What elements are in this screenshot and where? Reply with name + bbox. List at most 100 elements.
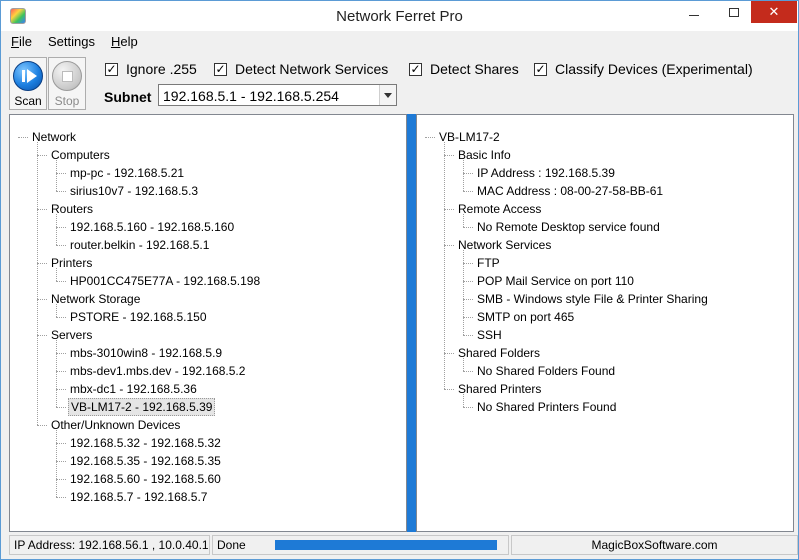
- menu-help-accelerator: H: [110, 34, 121, 49]
- ignore-255-label: Ignore .255: [126, 61, 197, 77]
- scan-button[interactable]: Scan: [9, 57, 47, 110]
- tree-connector: [56, 430, 57, 497]
- status-state: Done: [217, 538, 246, 552]
- title-bar[interactable]: Network Ferret Pro ✕: [1, 1, 798, 31]
- right_tree-root[interactable]: VB-LM17-2: [437, 128, 502, 146]
- tree-connector: [56, 479, 66, 480]
- left_tree-item[interactable]: sirius10v7 - 192.168.5.3: [68, 182, 200, 200]
- tree-connector: [18, 137, 28, 138]
- right_tree-item[interactable]: FTP: [475, 254, 502, 272]
- network-tree-pane[interactable]: Network Computers mp-pc - 192.168.5.21 siri…: [9, 114, 407, 532]
- minimize-icon: [688, 14, 699, 16]
- classify-devices-checkbox[interactable]: ✓ Classify Devices (Experimental): [534, 61, 753, 77]
- tree-connector: [37, 425, 47, 426]
- tree-connector: [463, 214, 464, 227]
- tree-connector: [37, 335, 47, 336]
- left_tree-item[interactable]: mp-pc - 192.168.5.21: [68, 164, 186, 182]
- close-button[interactable]: ✕: [751, 1, 797, 23]
- tree-connector: [56, 214, 57, 245]
- left_tree-item[interactable]: 192.168.5.60 - 192.168.5.60: [68, 470, 223, 488]
- ignore-255-checkbox[interactable]: ✓ Ignore .255: [105, 61, 197, 77]
- detect-services-checkbox[interactable]: ✓ Detect Network Services: [214, 61, 388, 77]
- left_tree-item[interactable]: VB-LM17-2 - 192.168.5.39: [68, 398, 216, 416]
- right_tree-item[interactable]: No Shared Folders Found: [475, 362, 617, 380]
- right_tree-item[interactable]: IP Address : 192.168.5.39: [475, 164, 617, 182]
- tree-connector: [463, 263, 473, 264]
- detect-shares-label: Detect Shares: [430, 61, 519, 77]
- tree-connector: [463, 394, 464, 407]
- left_tree-item[interactable]: router.belkin - 192.168.5.1: [68, 236, 211, 254]
- checkmark-icon: ✓: [105, 61, 118, 76]
- tree-connector: [56, 304, 57, 317]
- menu-settings[interactable]: Settings: [42, 32, 101, 52]
- tree-connector: [463, 317, 473, 318]
- checkmark-icon: ✓: [409, 61, 422, 76]
- right_tree-item[interactable]: SMB - Windows style File & Printer Shari…: [475, 290, 710, 308]
- right_tree-item[interactable]: POP Mail Service on port 110: [475, 272, 636, 290]
- tree-connector: [56, 191, 66, 192]
- left_tree-item[interactable]: 192.168.5.160 - 192.168.5.160: [68, 218, 236, 236]
- tree-connector: [56, 407, 66, 408]
- subnet-dropdown[interactable]: 192.168.5.1 - 192.168.5.254: [158, 84, 397, 106]
- left_tree-item[interactable]: 192.168.5.32 - 192.168.5.32: [68, 434, 223, 452]
- minimize-button[interactable]: [671, 1, 716, 23]
- checkmark-icon: ✓: [214, 61, 227, 76]
- tree-connector: [56, 173, 66, 174]
- tree-connector: [463, 335, 473, 336]
- menu-file[interactable]: File: [5, 32, 38, 52]
- tree-connector: [425, 137, 435, 138]
- subnet-label: Subnet: [104, 89, 152, 105]
- right_tree-group-0[interactable]: Basic Info: [456, 146, 513, 164]
- left_tree-group-3[interactable]: Network Storage: [49, 290, 142, 308]
- right_tree-group-1[interactable]: Remote Access: [456, 200, 543, 218]
- tree-connector: [37, 299, 47, 300]
- left_tree-item[interactable]: mbx-dc1 - 192.168.5.36: [68, 380, 199, 398]
- tree-connector: [444, 142, 445, 389]
- device-details-pane[interactable]: VB-LM17-2 Basic Info IP Address : 192.168.…: [416, 114, 794, 532]
- tree-connector: [463, 250, 464, 335]
- menu-file-label: ile: [18, 34, 32, 49]
- tree-connector: [463, 281, 473, 282]
- left_tree-item[interactable]: 192.168.5.7 - 192.168.5.7: [68, 488, 209, 506]
- tree-connector: [463, 407, 473, 408]
- menu-help-label: elp: [120, 34, 138, 49]
- stop-button-label: Stop: [54, 94, 80, 108]
- right_tree-item[interactable]: MAC Address : 08-00-27-58-BB-61: [475, 182, 665, 200]
- pane-splitter[interactable]: [407, 114, 416, 532]
- tree-connector: [463, 227, 473, 228]
- tree-connector: [56, 268, 57, 281]
- left_tree-group-5[interactable]: Other/Unknown Devices: [49, 416, 182, 434]
- left_tree-item[interactable]: HP001CC475E77A - 192.168.5.198: [68, 272, 262, 290]
- menu-file-accelerator: F: [11, 34, 19, 49]
- tree-connector: [463, 160, 464, 191]
- left_tree-item[interactable]: PSTORE - 192.168.5.150: [68, 308, 209, 326]
- stop-button[interactable]: Stop: [48, 57, 86, 110]
- menu-help[interactable]: Help: [105, 32, 144, 52]
- tree-connector: [56, 227, 66, 228]
- left_tree-item[interactable]: mbs-3010win8 - 192.168.5.9: [68, 344, 224, 362]
- tree-connector: [56, 281, 66, 282]
- subnet-value: 192.168.5.1 - 192.168.5.254: [163, 88, 339, 104]
- left_tree-group-0[interactable]: Computers: [49, 146, 112, 164]
- app-window: Network Ferret Pro ✕ File Settings Help …: [0, 0, 799, 560]
- left_tree-item[interactable]: 192.168.5.35 - 192.168.5.35: [68, 452, 223, 470]
- tree-connector: [444, 389, 454, 390]
- right_tree-group-4[interactable]: Shared Printers: [456, 380, 543, 398]
- tree-connector: [444, 245, 454, 246]
- right_tree-item[interactable]: SSH: [475, 326, 504, 344]
- right_tree-item[interactable]: No Remote Desktop service found: [475, 218, 662, 236]
- tree-connector: [56, 353, 66, 354]
- tree-connector: [56, 317, 66, 318]
- right_tree-item[interactable]: No Shared Printers Found: [475, 398, 618, 416]
- maximize-button[interactable]: [716, 1, 751, 23]
- right_tree-item[interactable]: SMTP on port 465: [475, 308, 576, 326]
- menu-settings-label: Settings: [47, 34, 95, 49]
- right_tree-group-2[interactable]: Network Services: [456, 236, 553, 254]
- left_tree-item[interactable]: mbs-dev1.mbs.dev - 192.168.5.2: [68, 362, 247, 380]
- detect-shares-checkbox[interactable]: ✓ Detect Shares: [409, 61, 519, 77]
- tree-connector: [56, 340, 57, 407]
- tree-connector: [37, 155, 47, 156]
- right_tree-group-3[interactable]: Shared Folders: [456, 344, 542, 362]
- dropdown-arrow-icon[interactable]: [379, 85, 396, 105]
- tree-connector: [463, 299, 473, 300]
